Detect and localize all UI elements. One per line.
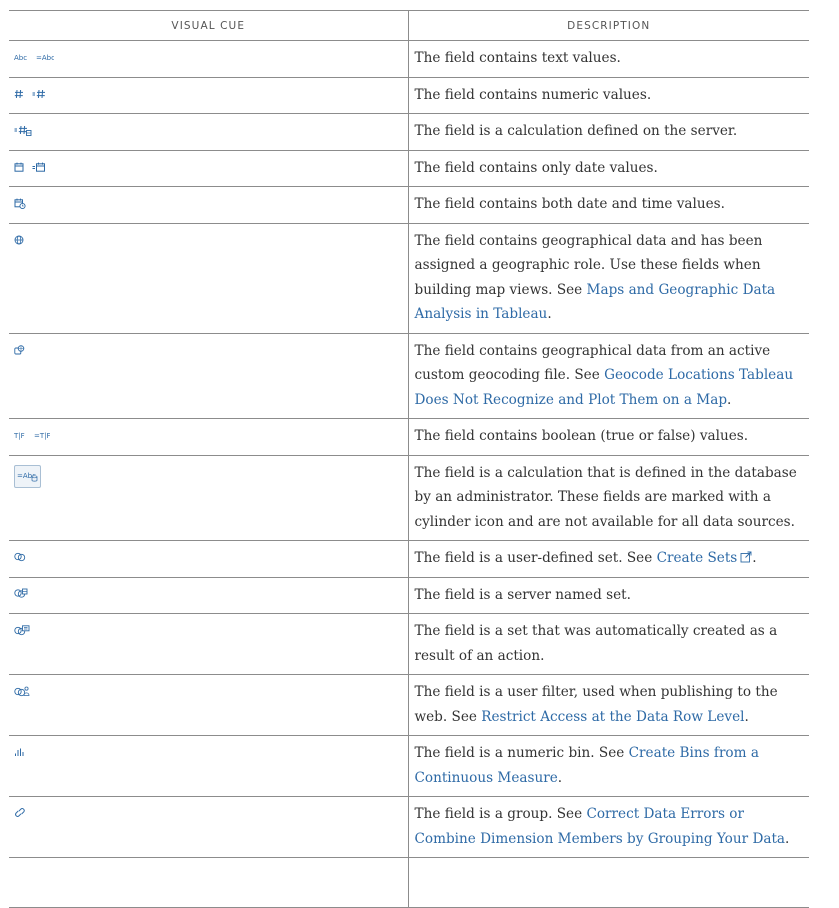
table-header-row: VISUAL CUE DESCRIPTION xyxy=(9,10,809,41)
number-icon xyxy=(14,89,23,98)
table-row: =Abc The field is a calculation that is … xyxy=(9,455,809,541)
header-visual-cue: VISUAL CUE xyxy=(9,10,409,41)
description-cell: The field is a calculation that is defin… xyxy=(408,455,809,541)
restrict-access-link[interactable]: Restrict Access at the Data Row Level xyxy=(481,709,744,725)
visual-cue-cell: =Abc xyxy=(9,455,409,541)
description-text: The field is a server named set. xyxy=(414,586,631,603)
description-cell: The field is a calculation defined on th… xyxy=(408,113,809,151)
visual-cue-cell xyxy=(9,333,409,419)
table-row: The field is a calculation defined on th… xyxy=(9,113,809,151)
description-text: The field is a set that was automaticall… xyxy=(414,623,778,664)
text-icon-label: Abc xyxy=(14,54,27,62)
description-text: The field is a numeric bin. See xyxy=(414,745,629,761)
custom-geocode-icon xyxy=(14,344,25,354)
table-row: The field is a server named set. xyxy=(9,577,809,614)
description-text: The field is a group. See xyxy=(414,806,587,822)
description-text: The field contains only date values. xyxy=(414,159,658,176)
datetime-icon xyxy=(14,198,26,209)
create-sets-link[interactable]: Create Sets xyxy=(657,550,738,566)
table-row: The field is a numeric bin. See Create B… xyxy=(9,735,809,797)
visual-cue-cell xyxy=(9,186,409,224)
date-icon xyxy=(14,162,24,172)
description-cell: The field contains geographical data and… xyxy=(408,223,809,334)
description-text: The field is a calculation defined on th… xyxy=(414,123,738,139)
description-text: The field is a user-defined set. See xyxy=(414,550,657,566)
description-cell xyxy=(408,857,809,908)
group-icon xyxy=(15,808,25,817)
table-row: The field is a group. See Correct Data E… xyxy=(9,796,809,858)
table-row: The field contains geographical data fro… xyxy=(9,333,809,419)
description-text-end: . xyxy=(785,830,790,847)
set-icon xyxy=(14,552,26,562)
visual-cue-cell xyxy=(9,150,409,187)
table-row: The field contains only date values. xyxy=(9,150,809,187)
database-calc-icon: =Abc xyxy=(17,472,38,481)
boolean-calc-icon: =T|F xyxy=(34,432,50,440)
text-calc-icon-label: =Abc xyxy=(36,54,54,62)
visual-cue-cell: Abc =Abc xyxy=(9,40,409,78)
text-icon: Abc xyxy=(14,54,27,62)
table-row: The field is a set that was automaticall… xyxy=(9,613,809,675)
text-calc-icon: =Abc xyxy=(36,54,54,62)
description-text: The field contains numeric values. xyxy=(414,86,652,103)
description-cell: The field contains geographical data fro… xyxy=(408,333,809,419)
description-cell: The field contains both date and time va… xyxy=(408,186,809,224)
description-cell: The field is a set that was automaticall… xyxy=(408,613,809,675)
description-cell: The field is a server named set. xyxy=(408,577,809,614)
description-cell: The field is a group. See Correct Data E… xyxy=(408,796,809,858)
visual-cue-cell xyxy=(9,796,409,858)
visual-cue-cell xyxy=(9,577,409,614)
description-cell: The field contains only date values. xyxy=(408,150,809,187)
visual-cue-table: VISUAL CUE DESCRIPTION Abc =Abc The fiel… xyxy=(9,10,809,908)
server-set-icon xyxy=(14,588,28,598)
external-link-icon[interactable] xyxy=(740,551,752,563)
description-text-end: . xyxy=(547,306,552,322)
table-row: Abc =Abc The field contains text values. xyxy=(9,40,809,78)
number-calc-icon xyxy=(32,89,45,98)
visual-cue-cell xyxy=(9,77,409,114)
table-row: The field contains numeric values. xyxy=(9,77,809,114)
visual-cue-cell xyxy=(9,223,409,334)
database-calc-icon-box: =Abc xyxy=(14,464,41,488)
description-text-end: . xyxy=(752,550,757,566)
description-cell: The field contains numeric values. xyxy=(408,77,809,114)
description-cell: The field is a user filter, used when pu… xyxy=(408,674,809,736)
table-row: The field is a user-defined set. See Cre… xyxy=(9,540,809,578)
description-text: The field contains both date and time va… xyxy=(414,196,725,212)
description-text: The field is a calculation that is defin… xyxy=(414,464,797,530)
boolean-calc-icon-label: =T|F xyxy=(34,432,50,440)
table-row: The field contains geographical data and… xyxy=(9,223,809,334)
visual-cue-cell: T|F =T|F xyxy=(9,418,409,456)
user-filter-icon xyxy=(14,686,30,696)
header-description: DESCRIPTION xyxy=(408,10,809,41)
table-row: T|F =T|F The field contains boolean (tru… xyxy=(9,418,809,456)
visual-cue-cell xyxy=(9,735,409,797)
description-text: The field contains text values. xyxy=(414,50,621,66)
date-calc-icon xyxy=(32,162,45,172)
visual-cue-cell xyxy=(9,613,409,675)
visual-cue-cell xyxy=(9,540,409,578)
globe-icon xyxy=(14,235,24,244)
visual-cue-table-container: VISUAL CUE DESCRIPTION Abc =Abc The fiel… xyxy=(9,10,809,908)
description-cell: The field is a user-defined set. See Cre… xyxy=(408,540,809,578)
boolean-icon: T|F xyxy=(14,432,25,440)
boolean-icon-label: T|F xyxy=(14,432,25,440)
table-row xyxy=(9,857,809,908)
table-row: The field is a user filter, used when pu… xyxy=(9,674,809,736)
visual-cue-cell xyxy=(9,674,409,736)
description-text-end: . xyxy=(727,391,732,408)
description-text: The field contains boolean (true or fals… xyxy=(414,428,749,444)
description-text-end: . xyxy=(557,769,563,786)
description-cell: The field is a numeric bin. See Create B… xyxy=(408,735,809,797)
visual-cue-cell xyxy=(9,857,409,908)
visual-cue-cell xyxy=(9,113,409,151)
bin-icon xyxy=(15,748,24,756)
description-text-end: . xyxy=(744,708,749,725)
server-calc-icon xyxy=(14,125,32,136)
table-row: The field contains both date and time va… xyxy=(9,186,809,224)
description-cell: The field contains boolean (true or fals… xyxy=(408,418,809,456)
description-cell: The field contains text values. xyxy=(408,40,809,78)
action-set-icon xyxy=(14,624,30,635)
